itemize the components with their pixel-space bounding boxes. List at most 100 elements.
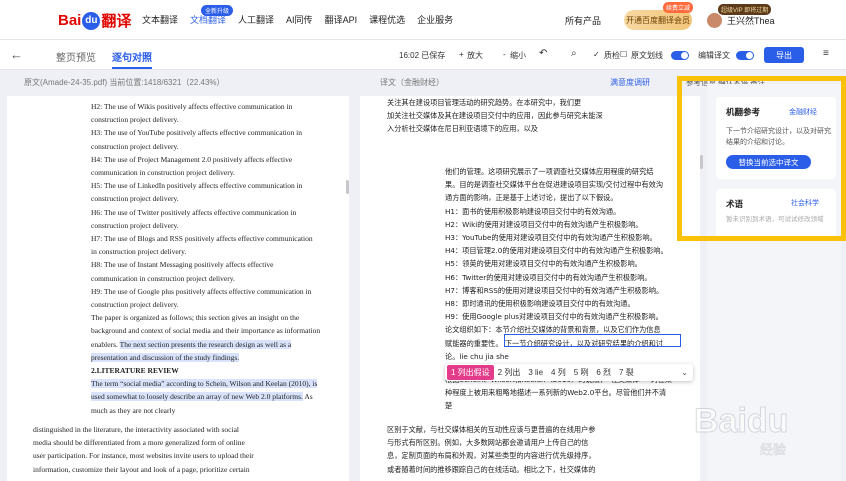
nav-text-translate[interactable]: 文本翻译 — [142, 13, 178, 26]
mt-reference-card: 机翻参考 金融财经 下一节介绍研究设计，以及对研究结果的介绍和讨论。 替换当前选… — [716, 97, 836, 179]
mt-text: 下一节介绍研究设计，以及对研究结果的介绍和讨论。 — [726, 128, 831, 146]
term-placeholder: 暂未识别到术语，可试试修改领域 — [726, 216, 824, 223]
target-line: 他们的管理。这项研究展示了一项调查社交媒体应用程度的研究结 — [445, 167, 654, 176]
source-line: construction project delivery. — [91, 300, 179, 310]
target-line: 通方面的影响，正是基于上述讨论，提出了以下假设。 — [445, 193, 618, 203]
source-line: H3: The use of YouTube positively affect… — [91, 128, 302, 138]
baidu-translate-logo[interactable]: Bai du 翻译 — [58, 10, 131, 31]
target-line: H6：Twitter的使用对建设项目交付中的有效沟通产生积极影响。 — [445, 272, 652, 282]
ime-candidate-7[interactable]: 7 裂 — [615, 367, 638, 378]
target-line: 种程度上被用来粗略地描述一系列新的Web2.0平台。尽管他们并不清 — [445, 388, 667, 398]
source-line: communication in construction project de… — [91, 273, 235, 283]
active-tab-underline — [112, 67, 152, 69]
source-line: H7: The use of Blogs and RSS positively … — [91, 234, 313, 244]
survey-link[interactable]: 满意度调研 — [610, 77, 650, 88]
vip-button[interactable]: 开通百度翻译会员 — [624, 10, 692, 30]
avatar[interactable] — [707, 13, 722, 28]
zoom-in-icon[interactable]: + — [459, 50, 464, 59]
username[interactable]: 王兴然Thea — [727, 14, 775, 27]
qc-button[interactable]: 质检 — [604, 50, 620, 61]
back-arrow-icon[interactable]: ← — [10, 47, 23, 62]
underline-icon[interactable]: ☐ — [620, 50, 627, 59]
svg-text:Baidu: Baidu — [694, 402, 788, 440]
source-line: H6: The use of Twitter positively affect… — [91, 207, 297, 217]
nav-api[interactable]: 翻译API — [325, 13, 358, 26]
source-line: construction project delivery. — [91, 194, 179, 204]
qc-icon[interactable]: ✓ — [593, 50, 600, 59]
saved-status: 16:02 已保存 — [399, 51, 446, 60]
ime-candidate-6[interactable]: 6 烈 — [592, 367, 615, 378]
lit-sentence[interactable]: The term “social media” according to Sch… — [91, 379, 318, 389]
source-bottom-text: distinguished in the literature, the int… — [33, 423, 333, 476]
target-line: 区别于文献，与社交媒体相关的互动性应该与更普遍的在线用户参 — [387, 425, 596, 434]
term-domain-select[interactable]: 社会科学 — [791, 198, 819, 208]
source-line: H4: The use of Project Management 2.0 po… — [91, 154, 293, 164]
source-line: much as they are not clearly — [91, 405, 176, 415]
selected-source-sentence[interactable]: The next section presents the research d… — [119, 339, 292, 349]
source-line[interactable]: The term “social media” according to Sch… — [91, 377, 341, 390]
zoom-out-icon[interactable]: - — [503, 50, 506, 59]
target-scrollbar[interactable] — [700, 155, 703, 169]
tab-sentence-compare[interactable]: 逐句对照 — [112, 49, 152, 64]
ime-candidate-4[interactable]: 4 列 — [547, 367, 570, 378]
source-sentence[interactable]: enablers. — [91, 340, 118, 349]
nav-ai-interpret[interactable]: AI同传 — [286, 13, 313, 26]
edit-cursor-box[interactable] — [504, 334, 681, 347]
lit-sentence-next[interactable]: As — [304, 392, 312, 401]
nav-human-translate[interactable]: 人工翻译 — [238, 13, 274, 26]
source-line: media should be differentiated from a mo… — [33, 438, 245, 448]
editing-translation-cont[interactable]: 论。lie chu jia she — [445, 350, 700, 363]
selected-source-sentence-cont[interactable]: presentation and discussion of the study… — [91, 352, 240, 362]
baidu-jingyan-watermark: Baidu 经验 — [694, 402, 789, 459]
target-line: 入分析社交媒体在尼日利亚语境下的应用，以及 — [387, 124, 538, 134]
source-top-text: H2: The use of Wikis positively affects … — [91, 100, 341, 417]
logo-fanyi: 翻译 — [101, 13, 132, 30]
zoom-in-button[interactable]: 放大 — [467, 50, 483, 61]
search-icon[interactable]: ⌕ — [571, 48, 577, 59]
ime-candidate-1[interactable]: 1 列出假设 — [447, 365, 494, 380]
chevron-down-icon[interactable]: ⌄ — [681, 368, 693, 377]
edit-translation-label: 编辑译文 — [698, 51, 730, 60]
menu-icon[interactable]: ≡ — [823, 48, 829, 59]
source-info: 原文(Amade-24-35.pdf) 当前位置:1418/6321（22.43… — [24, 78, 225, 87]
section-heading: 2.LITERATURE REVIEW — [91, 366, 179, 376]
target-line: 加关注社交媒体及其在建设项目交付中的应用，因此参与研究未能深 — [387, 111, 603, 121]
ime-candidate-3[interactable]: 3 lie — [524, 368, 547, 377]
source-line: H9: The use of Google plus positively af… — [91, 286, 312, 296]
target-line: 或者随着时间的推移跟踪自己的在线活动。相比之下，社交媒体的 — [387, 464, 596, 474]
original-underline-label: 原文划线 — [631, 51, 663, 60]
mt-domain-select[interactable]: 金融财经 — [789, 107, 817, 117]
target-line: H3：YouTube的使用对建设项目交付中的有效沟通产生积极影响。 — [445, 233, 657, 243]
target-line: H7：博客和RSS的使用对建设项目交付中的有效沟通产生积极影响。 — [445, 285, 664, 295]
source-scrollbar[interactable] — [346, 180, 349, 194]
mt-title: 机翻参考 — [726, 107, 761, 117]
tab-page-preview[interactable]: 整页预览 — [56, 49, 96, 64]
source-line: H8: The use of Instant Messaging positiv… — [91, 260, 274, 270]
all-products-menu[interactable]: 所有产品 — [565, 14, 601, 27]
original-underline-toggle[interactable] — [671, 51, 689, 60]
edit-translation-toggle[interactable] — [736, 51, 754, 60]
source-line[interactable]: used somewhat to loosely describe an arr… — [91, 390, 341, 403]
source-line: communication in construction project de… — [91, 168, 235, 178]
ime-candidate-2[interactable]: 2 列出 — [494, 367, 525, 378]
source-line: construction project delivery. — [91, 220, 179, 230]
source-line: information, customize their layout and … — [33, 464, 250, 474]
lit-sentence-cont[interactable]: used somewhat to loosely describe an arr… — [91, 392, 303, 402]
source-line[interactable]: enablers. The next section presents the … — [91, 338, 341, 351]
target-pane: 关注其在建设项目管理活动的研究趋势。在本研究中，我们更 加关注社交媒体及其在建设… — [360, 96, 700, 481]
zoom-out-button[interactable]: 缩小 — [510, 50, 526, 61]
export-button[interactable]: 导出 — [764, 47, 804, 63]
term-card: 术语 社会科学 暂未识别到术语，可试试修改领域 — [716, 189, 836, 241]
nav-courses[interactable]: 课程优选 — [369, 13, 405, 26]
target-line: 果。目的是调查社交媒体平台在促进建设项目实现/交付过程中有效沟 — [445, 180, 664, 190]
ime-candidate-5[interactable]: 5 咧 — [570, 367, 593, 378]
source-line: construction project delivery. — [91, 115, 179, 125]
source-line: user participation. For instance, most w… — [33, 451, 254, 461]
source-line[interactable]: presentation and discussion of the study… — [91, 351, 341, 364]
logo-bai: Bai — [58, 12, 82, 29]
target-info: 译文（金融财经） — [380, 78, 444, 87]
target-bottom-text: 区别于文献，与社交媒体相关的互动性应该与更普遍的在线用户参 与形式有所区别。例如… — [387, 423, 647, 476]
nav-enterprise[interactable]: 企业服务 — [417, 13, 453, 26]
undo-icon[interactable]: ↶ — [539, 48, 547, 59]
replace-translation-button[interactable]: 替换当前选中译文 — [726, 155, 811, 169]
